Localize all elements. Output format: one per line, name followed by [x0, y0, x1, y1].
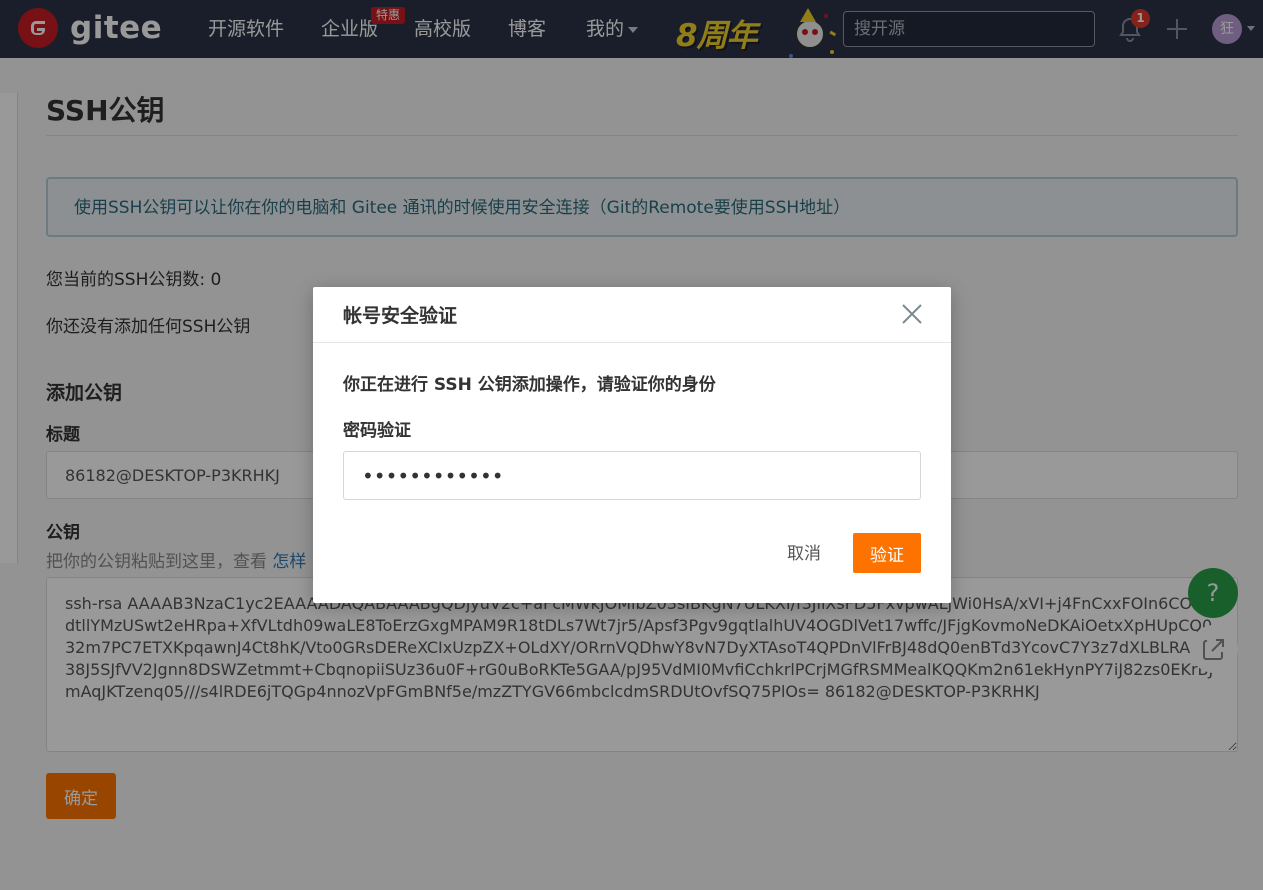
- cancel-button[interactable]: 取消: [787, 542, 821, 566]
- verify-button[interactable]: 验证: [853, 533, 921, 573]
- close-icon[interactable]: [900, 302, 924, 326]
- security-verification-dialog: 帐号安全验证 你正在进行 SSH 公钥添加操作，请验证你的身份 密码验证 取消 …: [313, 287, 951, 603]
- dialog-header: 帐号安全验证: [313, 287, 951, 343]
- password-label: 密码验证: [343, 421, 411, 441]
- dialog-description: 你正在进行 SSH 公钥添加操作，请验证你的身份: [343, 375, 716, 395]
- password-field[interactable]: [343, 451, 921, 500]
- dialog-title: 帐号安全验证: [343, 305, 458, 327]
